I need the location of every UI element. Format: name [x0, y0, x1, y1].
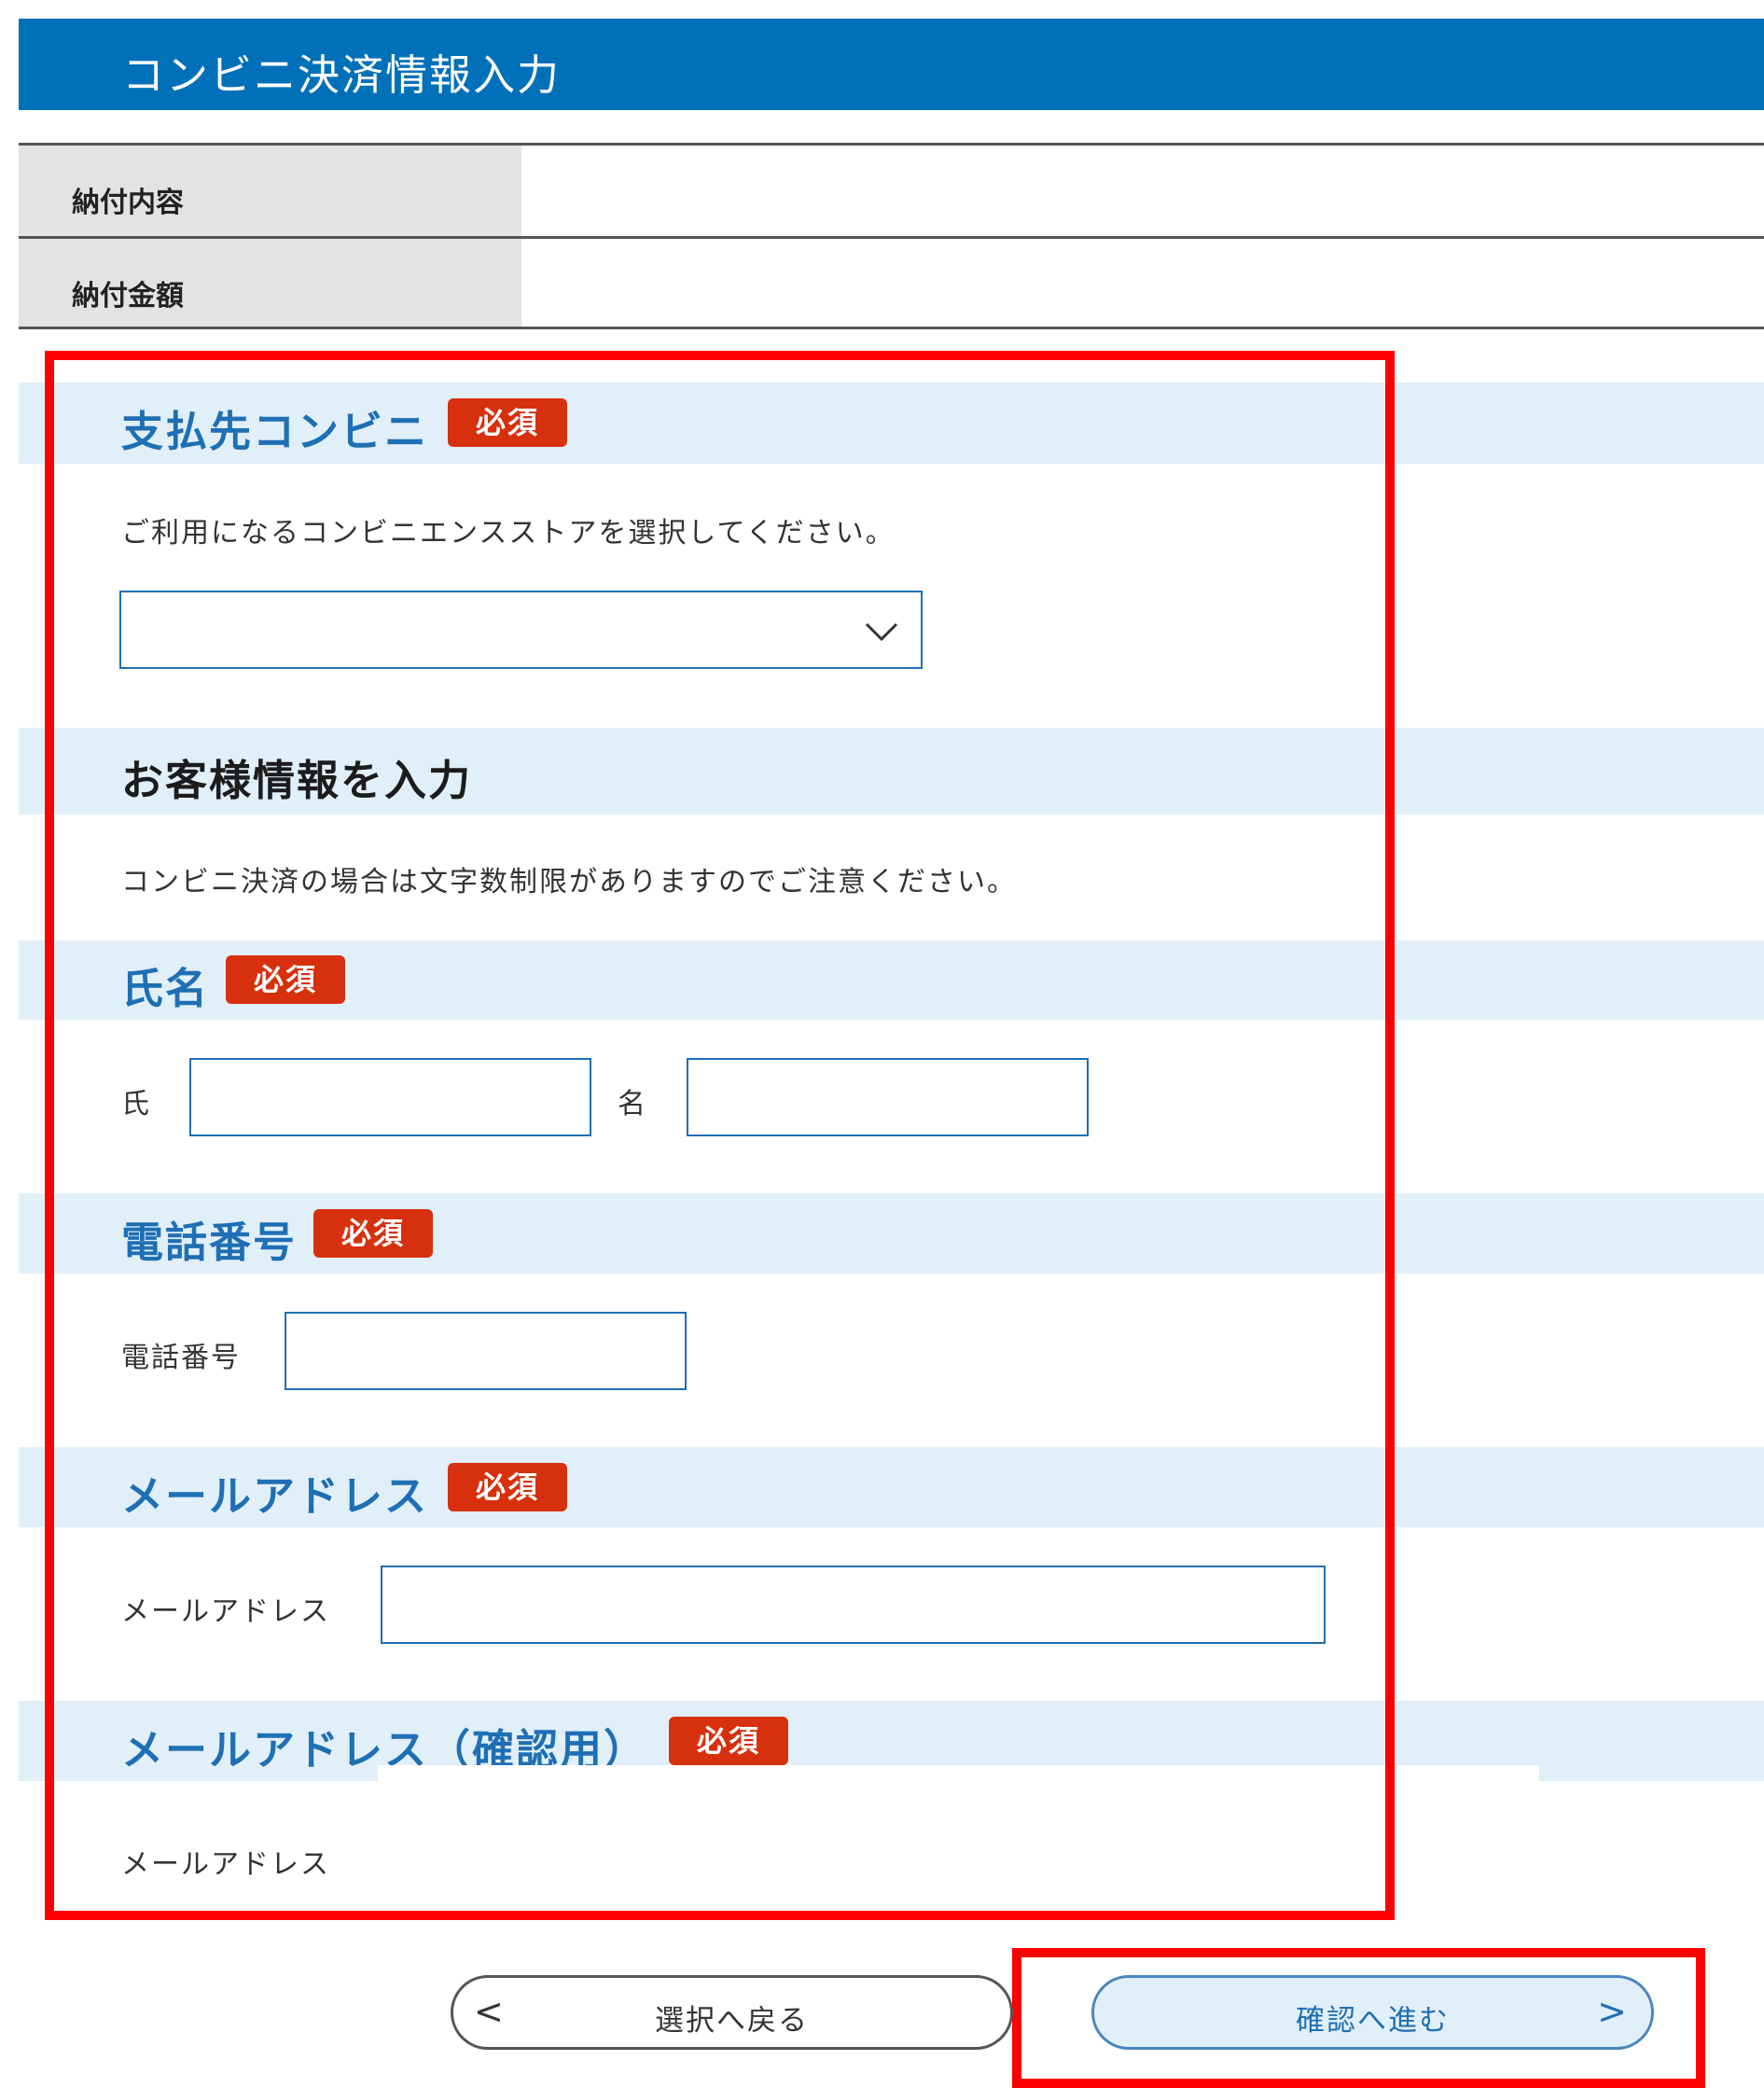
page-header: コンビニ決済情報入力 [19, 19, 1764, 110]
page-title: コンビニ決済情報入力 [122, 50, 562, 100]
summary-label-cell: 納付金額 [19, 239, 521, 327]
summary-label-cell: 納付内容 [19, 146, 521, 236]
next-button[interactable]: 確認へ進む > [1091, 1975, 1654, 2050]
summary-value-content [521, 146, 1764, 236]
summary-label-amount: 納付金額 [72, 280, 184, 313]
chevron-right-icon: > [1597, 1991, 1629, 2032]
back-button[interactable]: < 選択へ戻る [451, 1975, 1013, 2050]
annotation-highlight-form [45, 351, 1395, 1920]
payment-summary-table: 納付内容 納付金額 [19, 143, 1764, 329]
summary-row-content: 納付内容 [19, 143, 1764, 236]
summary-label-content: 納付内容 [72, 187, 184, 219]
next-button-label: 確認へ進む [1296, 2004, 1450, 2038]
summary-value-amount [521, 239, 1764, 327]
summary-row-amount: 納付金額 [19, 236, 1764, 329]
back-button-label: 選択へ戻る [655, 2004, 809, 2038]
